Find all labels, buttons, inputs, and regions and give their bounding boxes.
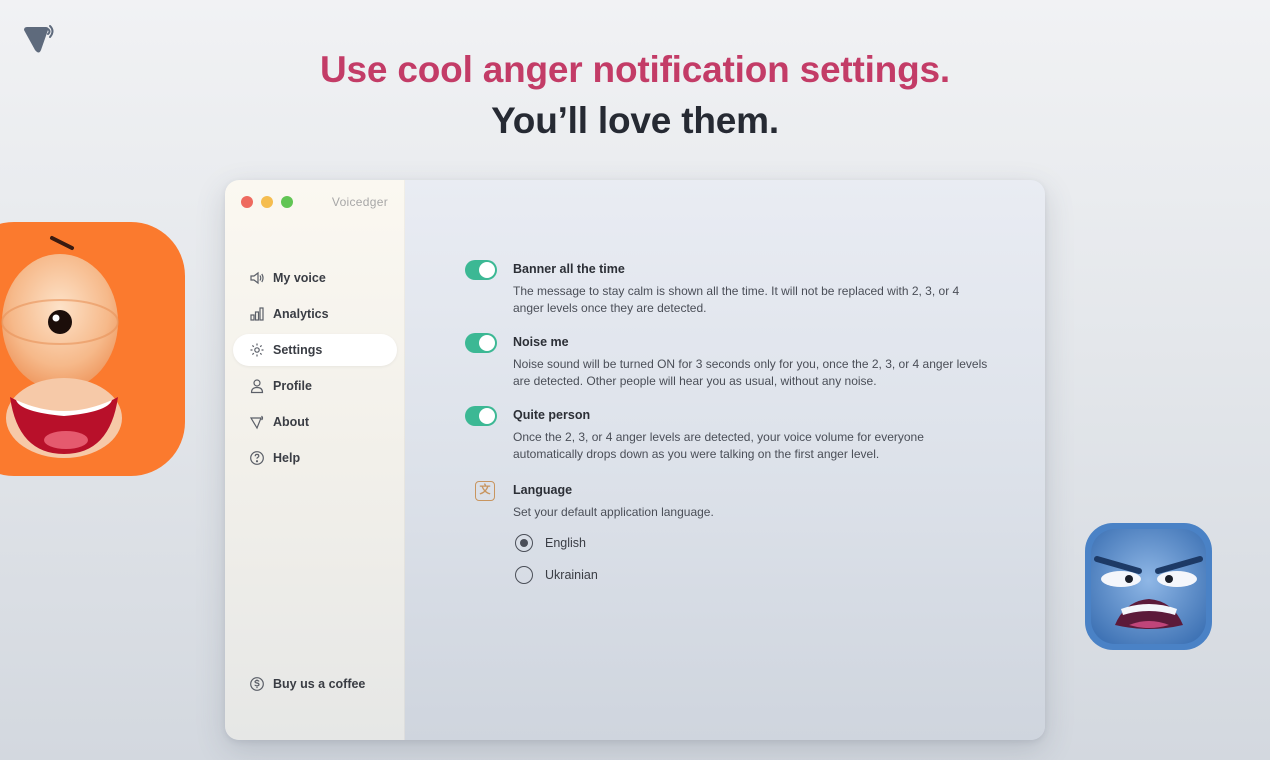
sidebar-item-settings[interactable]: Settings <box>233 334 397 366</box>
noise-toggle[interactable] <box>465 333 497 353</box>
headline-line-1: Use cool anger notification settings. <box>320 49 950 90</box>
sidebar-item-label: Settings <box>273 343 323 357</box>
radio-unchecked-icon[interactable] <box>515 566 533 584</box>
sidebar-item-label: Help <box>273 451 301 465</box>
radio-label: English <box>545 536 586 550</box>
sidebar-item-label: My voice <box>273 271 326 285</box>
sidebar-item-label: Profile <box>273 379 312 393</box>
setting-language: 文 Language Set your default application … <box>465 481 985 591</box>
radio-checked-icon[interactable] <box>515 534 533 552</box>
sidebar: Voicedger My voice Analytics Settings Pr… <box>225 180 405 740</box>
sidebar-item-my-voice[interactable]: My voice <box>233 262 397 294</box>
setting-description: Noise sound will be turned ON for 3 seco… <box>513 357 988 388</box>
app-window: Voicedger My voice Analytics Settings Pr… <box>225 180 1045 740</box>
bar-chart-icon <box>249 306 265 322</box>
translate-icon: 文 <box>475 481 495 501</box>
angry-emoji-illustration <box>1085 523 1212 650</box>
sidebar-item-label: About <box>273 415 310 429</box>
speaker-icon <box>249 270 265 286</box>
surprised-emoji-illustration <box>0 222 185 476</box>
setting-description: Once the 2, 3, or 4 anger levels are det… <box>513 430 924 461</box>
coin-icon <box>249 676 265 692</box>
radio-label: Ukrainian <box>545 568 598 582</box>
buy-coffee-button[interactable]: Buy us a coffee <box>233 668 397 700</box>
setting-banner: Banner all the time The message to stay … <box>465 260 985 320</box>
banner-toggle[interactable] <box>465 260 497 280</box>
setting-title: Banner all the time <box>513 262 625 276</box>
sidebar-item-help[interactable]: Help <box>233 442 397 474</box>
sidebar-bottom: Buy us a coffee <box>233 668 397 704</box>
setting-title: Quite person <box>513 408 591 422</box>
language-option-english[interactable]: English <box>515 534 586 552</box>
setting-description: Set your default application language. <box>513 505 714 519</box>
setting-quiet: Quite person Once the 2, 3, or 4 anger l… <box>465 406 985 466</box>
quiet-toggle[interactable] <box>465 406 497 426</box>
setting-title: Noise me <box>513 335 569 349</box>
sidebar-item-analytics[interactable]: Analytics <box>233 298 397 330</box>
headline: Use cool anger notification settings. Yo… <box>0 44 1270 146</box>
app-name: Voicedger <box>331 195 388 209</box>
gem-icon <box>249 414 265 430</box>
person-icon <box>249 378 265 394</box>
sidebar-item-label: Analytics <box>273 307 329 321</box>
window-controls <box>241 196 293 208</box>
sidebar-nav: My voice Analytics Settings Profile Abou… <box>233 262 397 478</box>
help-icon <box>249 450 265 466</box>
sidebar-item-about[interactable]: About <box>233 406 397 438</box>
setting-noise: Noise me Noise sound will be turned ON f… <box>465 333 987 393</box>
maximize-window-button[interactable] <box>281 196 293 208</box>
headline-line-2: You’ll love them. <box>491 100 779 141</box>
gear-icon <box>249 342 265 358</box>
close-window-button[interactable] <box>241 196 253 208</box>
settings-panel: Banner all the time The message to stay … <box>405 180 1045 740</box>
setting-description: The message to stay calm is shown all th… <box>513 284 960 315</box>
language-option-ukrainian[interactable]: Ukrainian <box>515 566 598 584</box>
minimize-window-button[interactable] <box>261 196 273 208</box>
buy-coffee-label: Buy us a coffee <box>273 677 366 691</box>
sidebar-item-profile[interactable]: Profile <box>233 370 397 402</box>
setting-title: Language <box>513 483 573 497</box>
